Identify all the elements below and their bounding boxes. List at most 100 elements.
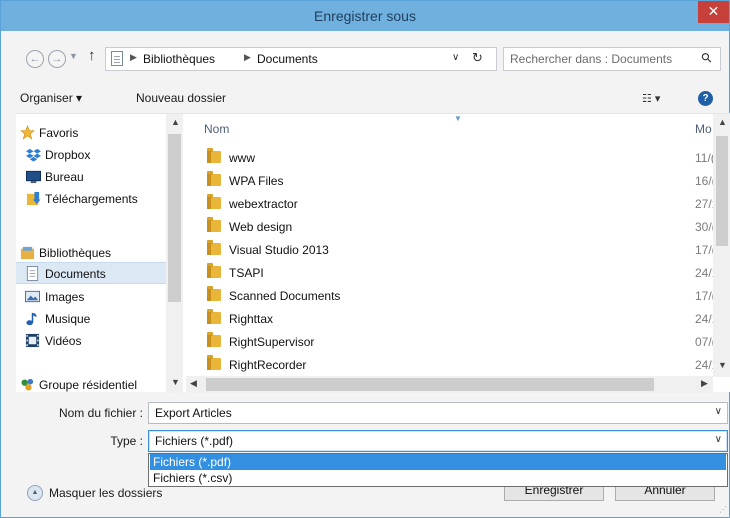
breadcrumb-separator-icon[interactable]: ▶ [130, 52, 137, 63]
table-row[interactable]: RightSupervisor 07/( [186, 331, 716, 353]
address-row: ← → ▼ ↑ ▶ Bibliothèques ▶ Documents ∨ ↻ … [1, 44, 729, 74]
save-as-dialog: Enregistrer sous ✕ ← → ▼ ↑ ▶ Bibliothèqu… [0, 0, 730, 518]
view-options-icon[interactable]: ☷ ▾ [642, 92, 660, 105]
filename-value: Export Articles [155, 406, 232, 420]
file-name: Righttax [229, 312, 274, 326]
scrollbar-thumb[interactable] [716, 136, 728, 246]
filename-field[interactable]: Export Articles ∨ [148, 402, 728, 424]
search-icon[interactable]: ⚲ [698, 49, 716, 67]
navigation-pane: Favoris Dropbox Bureau Téléchargements B… [16, 114, 183, 393]
command-toolbar: Organiser ▾ Nouveau dossier ☷ ▾ ? [1, 87, 729, 111]
back-button[interactable]: ← [26, 50, 44, 68]
breadcrumb-separator-icon[interactable]: ▶ [244, 52, 251, 63]
dropdown-option-pdf[interactable]: Fichiers (*.pdf) [150, 454, 726, 470]
filename-label: Nom du fichier : [58, 406, 143, 420]
search-input[interactable] [510, 51, 690, 67]
table-row[interactable]: Righttax 24/1 [186, 308, 718, 330]
folder-icon [207, 217, 221, 232]
table-row[interactable]: Visual Studio 2013 17/( [186, 239, 716, 261]
file-list-vertical-scrollbar[interactable]: ▲ ▼ [713, 114, 730, 377]
documents-library-icon [111, 51, 123, 66]
chevron-down-icon[interactable]: ∨ [715, 406, 722, 417]
nav-item-homegroup[interactable]: Groupe résidentiel [16, 374, 181, 393]
nav-item-favorites[interactable]: Favoris [16, 122, 181, 144]
scrollbar-thumb[interactable] [206, 378, 654, 391]
nav-item-desktop[interactable]: Bureau [16, 166, 181, 188]
folder-icon [207, 355, 221, 370]
scroll-left-arrow-icon[interactable]: ◀ [190, 378, 197, 389]
folder-icon [207, 171, 221, 186]
breadcrumb-libraries[interactable]: Bibliothèques [143, 52, 215, 66]
help-icon[interactable]: ? [698, 91, 713, 106]
dropdown-option-csv[interactable]: Fichiers (*.csv) [150, 470, 726, 486]
table-row[interactable]: TSAPI 24/1 [186, 262, 718, 284]
homegroup-icon [21, 378, 34, 391]
nav-item-music[interactable]: Musique [16, 308, 181, 330]
scroll-right-arrow-icon[interactable]: ▶ [701, 378, 708, 389]
resize-grip-icon[interactable]: ⋰ [719, 505, 727, 514]
close-button[interactable]: ✕ [698, 1, 729, 23]
column-header-modified[interactable]: Mo [695, 122, 712, 136]
nav-item-dropbox[interactable]: Dropbox [16, 144, 181, 166]
nav-item-documents[interactable]: Documents [16, 262, 181, 284]
chevron-down-icon[interactable]: ∨ [715, 434, 722, 445]
table-row[interactable]: www 11/( [186, 147, 716, 169]
scrollbar-thumb[interactable] [168, 134, 181, 302]
folder-icon [207, 286, 221, 301]
nav-item-label: Dropbox [45, 148, 91, 162]
up-folder-button[interactable]: ↑ [88, 47, 96, 64]
new-folder-button[interactable]: Nouveau dossier [136, 91, 226, 105]
column-header-name[interactable]: Nom [204, 122, 229, 136]
file-name: webextractor [229, 197, 298, 211]
table-row[interactable]: Web design 30/( [186, 216, 716, 238]
file-type-select[interactable]: Fichiers (*.pdf) ∨ [148, 430, 728, 452]
file-name: www [229, 151, 255, 165]
document-icon [26, 266, 39, 281]
file-name: Visual Studio 2013 [229, 243, 329, 257]
forward-arrow-icon: → [51, 53, 63, 65]
option-label: Fichiers (*.csv) [153, 471, 233, 485]
desktop-icon [26, 170, 41, 184]
nav-item-videos[interactable]: Vidéos [16, 330, 181, 352]
scroll-down-arrow-icon[interactable]: ▼ [171, 377, 180, 387]
scroll-up-arrow-icon[interactable]: ▲ [171, 117, 180, 127]
navigation-pane-scrollbar[interactable]: ▲ ▼ [166, 114, 183, 393]
recent-locations-dropdown[interactable]: ▼ [69, 51, 78, 61]
hide-folders-label: Masquer les dossiers [49, 486, 163, 500]
libraries-icon [20, 246, 35, 260]
dropbox-icon [26, 148, 41, 162]
folder-icon [207, 309, 221, 324]
address-history-chevron-icon[interactable]: ∨ [452, 52, 459, 63]
folder-icon [207, 240, 221, 255]
file-list-horizontal-scrollbar[interactable]: ◀ ▶ [186, 376, 713, 393]
table-row[interactable]: webextractor 27/1 [186, 193, 718, 215]
browser-area: Favoris Dropbox Bureau Téléchargements B… [16, 113, 730, 393]
breadcrumb-documents[interactable]: Documents [257, 52, 318, 66]
videos-icon [25, 333, 40, 348]
star-icon [20, 125, 35, 140]
back-arrow-icon: ← [29, 53, 41, 65]
nav-item-label: Groupe résidentiel [39, 378, 138, 392]
forward-button[interactable]: → [48, 50, 66, 68]
table-row[interactable]: Scanned Documents 17/( [186, 285, 716, 307]
scroll-up-arrow-icon[interactable]: ▲ [718, 117, 727, 127]
file-name: Scanned Documents [229, 289, 341, 303]
search-box[interactable]: ⚲ [503, 47, 721, 71]
folder-icon [207, 263, 221, 278]
file-name: RightRecorder [229, 358, 307, 372]
close-icon: ✕ [707, 3, 720, 19]
nav-item-libraries[interactable]: Bibliothèques [16, 242, 181, 264]
nav-item-pictures[interactable]: Images [16, 286, 181, 308]
address-bar[interactable]: ▶ Bibliothèques ▶ Documents ∨ ↻ [105, 47, 497, 71]
organize-menu[interactable]: Organiser ▾ [20, 91, 82, 105]
refresh-icon[interactable]: ↻ [472, 50, 483, 66]
nav-item-downloads[interactable]: Téléchargements [16, 188, 181, 210]
table-row[interactable]: WPA Files 16/( [186, 170, 716, 192]
nav-item-label: Documents [45, 267, 106, 281]
pictures-icon [25, 290, 40, 303]
table-row[interactable]: RightRecorder 24/1 [186, 354, 718, 376]
file-type-value: Fichiers (*.pdf) [155, 434, 234, 448]
file-name: RightSupervisor [229, 335, 315, 349]
sort-indicator-icon: ▼ [454, 114, 462, 123]
scroll-down-arrow-icon[interactable]: ▼ [718, 360, 727, 370]
